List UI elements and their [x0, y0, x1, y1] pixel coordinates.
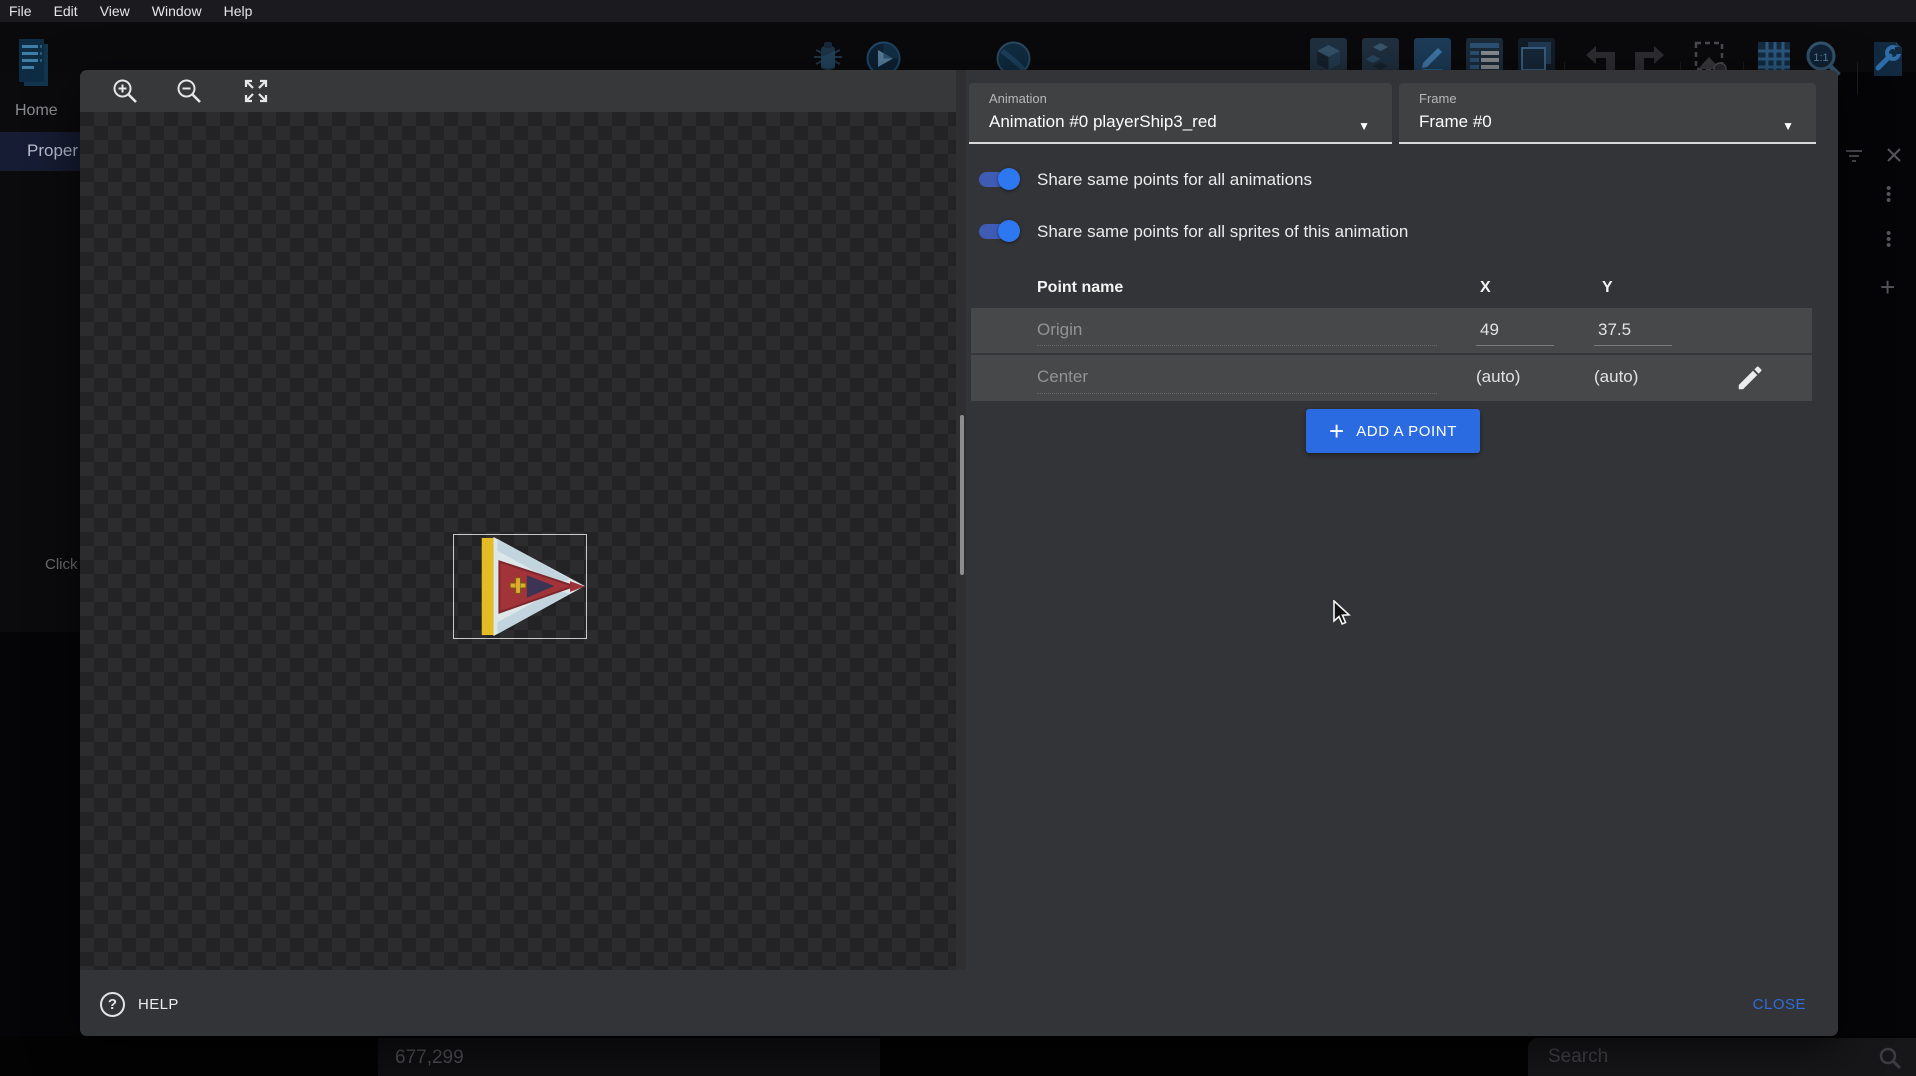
point-x-field[interactable]: 49	[1480, 320, 1499, 340]
sprite-selection-box[interactable]	[453, 534, 587, 639]
dialog-footer: ? HELP CLOSE	[80, 970, 1838, 1036]
vertical-scrollbar[interactable]	[960, 415, 964, 575]
document-icon	[18, 38, 50, 88]
zoom-out-icon[interactable]	[175, 77, 203, 105]
coordinates-box: 677,299	[378, 1038, 880, 1076]
main-toolbar: PREVIEW PUBLISH	[0, 22, 1916, 72]
share-points-animations-label: Share same points for all animations	[1037, 170, 1312, 190]
points-table: Point name X Y Origin 49 37.5 Center (au…	[971, 270, 1812, 401]
close-icon	[1886, 147, 1902, 163]
share-points-animations-toggle[interactable]	[976, 167, 1020, 191]
tab-home: Home	[15, 102, 58, 120]
object-icon	[1310, 38, 1347, 74]
filter-icon	[1845, 148, 1863, 164]
share-points-sprites-toggle[interactable]	[976, 219, 1020, 243]
redo-icon	[1632, 44, 1668, 72]
sprite-canvas[interactable]	[80, 112, 958, 970]
frame-select[interactable]: Frame Frame #0 ▼	[1399, 83, 1816, 144]
cursor-coordinates: 677,299	[395, 1047, 464, 1069]
edit-pencil-icon[interactable]	[1735, 363, 1765, 393]
frame-select-label: Frame	[1419, 91, 1457, 106]
wrench-icon	[1868, 40, 1906, 78]
search-icon	[1878, 1046, 1902, 1070]
search-input: Search	[1548, 1046, 1608, 1068]
search-bar: Search	[1528, 1038, 1916, 1076]
mouse-cursor	[1332, 600, 1352, 628]
menu-file[interactable]: File	[0, 0, 43, 22]
edit-points-dialog: Animation Animation #0 playerShip3_red ▼…	[80, 70, 1838, 1036]
point-x-auto[interactable]: (auto)	[1476, 367, 1520, 387]
canvas-toolbar	[80, 70, 958, 112]
column-point-name: Point name	[1037, 279, 1123, 297]
name-field-underline	[1037, 393, 1437, 394]
player-ship-sprite	[454, 535, 586, 638]
close-button[interactable]: CLOSE	[1753, 996, 1806, 1013]
objects-group-icon	[1362, 38, 1399, 74]
bug-icon	[812, 40, 844, 74]
table-row-origin: Origin 49 37.5	[971, 308, 1812, 354]
plus-icon: +	[1329, 420, 1344, 442]
svg-text:1:1: 1:1	[1813, 52, 1828, 64]
menu-edit[interactable]: Edit	[43, 0, 89, 22]
point-name-field[interactable]: Origin	[1037, 320, 1082, 340]
menu-window[interactable]: Window	[141, 0, 213, 22]
menu-help[interactable]: Help	[213, 0, 264, 22]
share-points-sprites-label: Share same points for all sprites of thi…	[1037, 222, 1408, 242]
add-point-button[interactable]: + ADD A POINT	[1306, 409, 1480, 453]
screen: File Edit View Window Help PREVIEW PUBLI…	[0, 0, 1916, 1076]
undo-icon	[1582, 44, 1618, 72]
menu-bar: File Edit View Window Help	[0, 0, 1916, 22]
kebab-menu-icon: •••	[1886, 186, 1891, 204]
y-field-underline	[1594, 345, 1672, 346]
help-button[interactable]: ? HELP	[100, 992, 179, 1017]
toolbar-divider	[1857, 62, 1858, 94]
background-hint-text: Click	[45, 556, 78, 573]
animation-select-label: Animation	[989, 91, 1047, 106]
point-name-field[interactable]: Center	[1037, 367, 1088, 387]
chevron-down-icon: ▼	[1782, 119, 1794, 133]
column-x: X	[1480, 279, 1491, 297]
points-table-header: Point name X Y	[971, 270, 1812, 308]
menu-view[interactable]: View	[89, 0, 141, 22]
objects-list-icon	[1466, 38, 1503, 74]
layers-icon	[1518, 38, 1555, 74]
kebab-menu-icon: •••	[1886, 231, 1891, 249]
tab-properties: Proper	[0, 132, 80, 171]
chevron-down-icon: ▼	[1358, 119, 1370, 133]
column-y: Y	[1602, 279, 1613, 297]
point-y-auto[interactable]: (auto)	[1594, 367, 1638, 387]
name-field-underline	[1037, 345, 1437, 346]
fit-to-screen-icon[interactable]	[242, 77, 270, 105]
edit-object-icon	[1414, 38, 1451, 74]
add-icon: +	[1880, 272, 1895, 303]
animation-select-value: Animation #0 playerShip3_red	[989, 112, 1217, 132]
table-row-center: Center (auto) (auto)	[971, 355, 1812, 401]
animation-select[interactable]: Animation Animation #0 playerShip3_red ▼	[969, 83, 1392, 144]
point-y-field[interactable]: 37.5	[1598, 320, 1631, 340]
x-field-underline	[1476, 345, 1554, 346]
zoom-in-icon[interactable]	[111, 77, 139, 105]
frame-select-value: Frame #0	[1419, 112, 1492, 132]
help-icon: ?	[100, 992, 125, 1017]
